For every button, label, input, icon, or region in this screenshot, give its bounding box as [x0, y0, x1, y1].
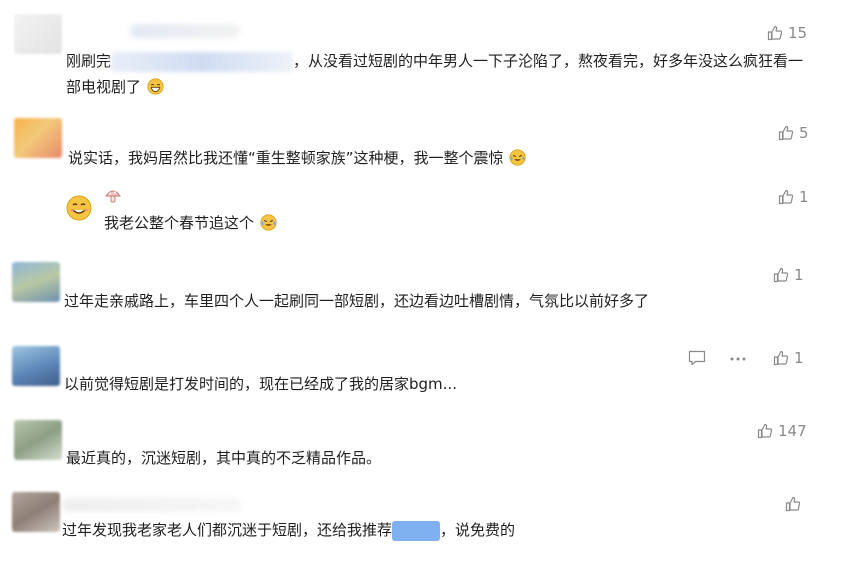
like-count: 5 [799, 124, 809, 142]
thumbs-up-icon [778, 125, 794, 141]
grin-emoji [147, 78, 164, 95]
like-button[interactable]: 5 [778, 124, 809, 142]
mushroom-icon [105, 190, 121, 203]
thumbs-up-icon [773, 267, 789, 283]
thumbs-up-icon [773, 350, 789, 366]
like-button[interactable]: 15 [767, 24, 807, 42]
avatar[interactable] [14, 420, 62, 460]
thumbs-up-icon [785, 496, 801, 512]
smile-emoji-avatar[interactable] [66, 195, 92, 221]
thumbs-up-icon [757, 423, 773, 439]
laugh-cry-emoji [260, 214, 277, 231]
comment-text-content: 最近真的，沉迷短剧，其中真的不乏精品作品。 [66, 449, 382, 467]
like-count: 147 [778, 422, 807, 440]
thumbs-up-icon [778, 189, 794, 205]
avatar[interactable] [12, 262, 60, 302]
like-button[interactable]: 1 [773, 266, 804, 284]
like-button[interactable]: 147 [757, 422, 807, 440]
more-dots-icon [730, 357, 746, 361]
like-count: 15 [788, 24, 808, 42]
like-button[interactable] [785, 496, 806, 512]
comment-text-suffix: ，说免费的 [440, 521, 516, 539]
thumbs-up-icon [767, 25, 783, 41]
username-redacted [130, 24, 240, 38]
avatar[interactable] [12, 346, 60, 386]
comment-list: 刚刷完 ，从没看过短剧的中年男人一下子沦陷了，熬夜看完，好多年没这么疯狂看一部电视… [0, 0, 846, 576]
reply-button[interactable] [688, 350, 706, 366]
comment-text-content: 说实话，我妈居然比我还懂“重生整顿家族”这种梗，我一整个震惊 [68, 149, 504, 167]
username-redacted [62, 498, 242, 512]
avatar[interactable] [14, 14, 62, 54]
comment-text-content: 以前觉得短剧是打发时间的，现在已经成了我的居家bgm... [64, 375, 457, 393]
comment-text-prefix: 过年发现我老家老人们都沉迷于短剧，还给我推荐 [62, 521, 393, 539]
redacted-title [111, 51, 294, 72]
like-count: 1 [799, 188, 809, 206]
comment-text: 过年走亲戚路上，车里四个人一起刷同一部短剧，还边看边吐槽剧情，气氛比以前好多了 [64, 288, 649, 314]
laugh-cry-emoji [509, 149, 526, 166]
avatar[interactable] [14, 118, 62, 158]
comment-text: 以前觉得短剧是打发时间的，现在已经成了我的居家bgm... [64, 371, 457, 397]
comment-text: 过年发现我老家老人们都沉迷于短剧，还给我推荐 ，说免费的 [62, 517, 515, 543]
comment-text: 最近真的，沉迷短剧，其中真的不乏精品作品。 [66, 445, 381, 471]
like-button[interactable]: 1 [773, 349, 804, 367]
redacted-title [392, 520, 441, 541]
comment-icon [688, 350, 706, 366]
comment-text-prefix: 刚刷完 [66, 52, 112, 70]
comment-text-content: 我老公整个春节追这个 [104, 214, 255, 232]
avatar[interactable] [12, 492, 60, 532]
like-button[interactable]: 1 [778, 188, 809, 206]
comment-text: 说实话，我妈居然比我还懂“重生整顿家族”这种梗，我一整个震惊 [68, 145, 526, 171]
comment-text: 刚刷完 ，从没看过短剧的中年男人一下子沦陷了，熬夜看完，好多年没这么疯狂看一部电视… [66, 48, 811, 100]
more-button[interactable] [729, 356, 747, 362]
comment-text-content: 过年走亲戚路上，车里四个人一起刷同一部短剧，还边看边吐槽剧情，气氛比以前好多了 [64, 292, 650, 310]
like-count: 1 [794, 266, 804, 284]
like-count: 1 [794, 349, 804, 367]
comment-text: 我老公整个春节追这个 [104, 210, 277, 236]
